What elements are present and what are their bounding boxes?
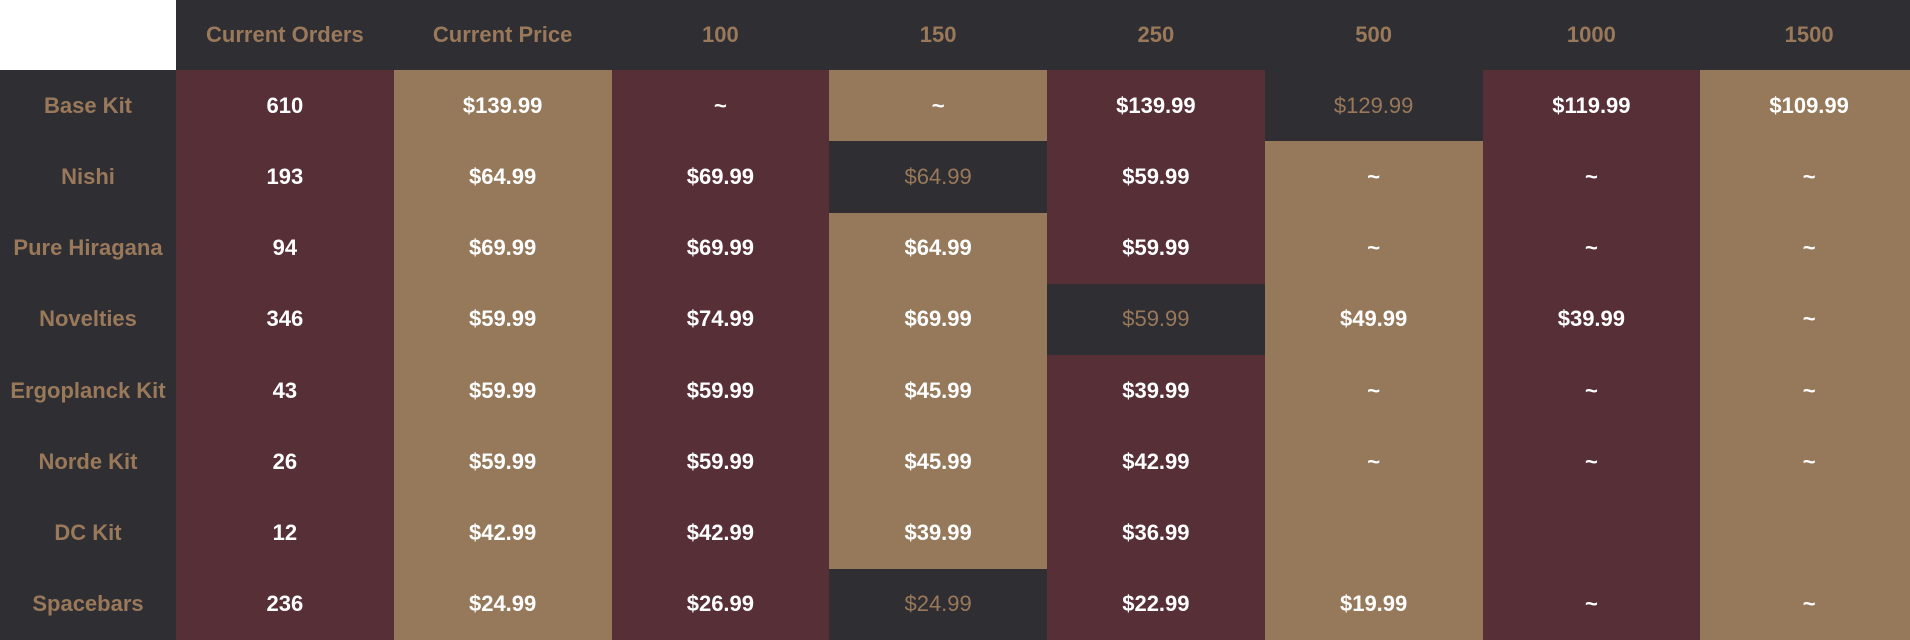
table-cell: $59.99: [1047, 141, 1265, 213]
table-cell: $59.99: [393, 283, 612, 355]
table-cell: $19.99: [1264, 568, 1483, 640]
table-cell: $24.99: [829, 568, 1047, 640]
table-cell: [1700, 497, 1910, 569]
table-cell: $59.99: [1047, 212, 1265, 284]
table-cell: [1482, 497, 1701, 569]
table-cell: ~: [1264, 212, 1483, 284]
table-cell: $64.99: [393, 141, 612, 213]
table-cell: 94: [176, 212, 394, 284]
table-cell: $109.99: [1700, 70, 1910, 142]
row-header: Pure Hiragana: [0, 212, 176, 284]
table-cell: ~: [1482, 426, 1701, 498]
table-cell: $24.99: [393, 568, 612, 640]
column-header-current-price: Current Price: [393, 0, 612, 70]
column-header-current-orders: Current Orders: [176, 0, 394, 70]
table-cell: $39.99: [1047, 355, 1265, 427]
table-cell: ~: [1700, 426, 1910, 498]
row-header: Norde Kit: [0, 426, 176, 498]
table-cell: $39.99: [1482, 283, 1701, 355]
column-header-500: 500: [1264, 0, 1483, 70]
table-cell: $59.99: [393, 426, 612, 498]
table-cell: $45.99: [829, 426, 1047, 498]
table-cell: ~: [1482, 355, 1701, 427]
table-cell: ~: [1264, 141, 1483, 213]
table-cell: ~: [829, 70, 1047, 142]
column-header-1500: 1500: [1700, 0, 1910, 70]
table-cell: $64.99: [829, 212, 1047, 284]
table-cell: ~: [611, 70, 830, 142]
table-cell: $42.99: [1047, 426, 1265, 498]
table-cell: $139.99: [1047, 70, 1265, 142]
column-header-1000: 1000: [1482, 0, 1701, 70]
table-cell: 346: [176, 283, 394, 355]
table-cell: $59.99: [611, 426, 830, 498]
row-header: Base Kit: [0, 70, 176, 142]
table-cell: $59.99: [1047, 283, 1265, 355]
column-header-250: 250: [1047, 0, 1265, 70]
table-cell: $49.99: [1264, 283, 1483, 355]
table-cell: $69.99: [829, 283, 1047, 355]
table-cell: $64.99: [829, 141, 1047, 213]
row-header: Novelties: [0, 283, 176, 355]
row-header: Ergoplanck Kit: [0, 355, 176, 427]
table-cell: ~: [1482, 568, 1701, 640]
table-cell: $59.99: [393, 355, 612, 427]
table-cell: ~: [1700, 568, 1910, 640]
table-cell: ~: [1482, 212, 1701, 284]
table-cell: ~: [1264, 355, 1483, 427]
table-cell: 26: [176, 426, 394, 498]
table-cell: $69.99: [611, 141, 830, 213]
table-cell: ~: [1700, 355, 1910, 427]
table-cell: 610: [176, 70, 394, 142]
column-header-100: 100: [611, 0, 830, 70]
table-cell: $42.99: [393, 497, 612, 569]
table-cell: ~: [1700, 212, 1910, 284]
table-cell: ~: [1264, 426, 1483, 498]
row-header: DC Kit: [0, 497, 176, 569]
table-cell: ~: [1700, 141, 1910, 213]
table-cell: ~: [1482, 141, 1701, 213]
table-cell: $69.99: [393, 212, 612, 284]
table-cell: 12: [176, 497, 394, 569]
table-cell: $42.99: [611, 497, 830, 569]
row-header: Spacebars: [0, 568, 176, 640]
table-cell: $74.99: [611, 283, 830, 355]
table-cell: [1264, 497, 1483, 569]
table-corner: [0, 0, 176, 70]
table-cell: 236: [176, 568, 394, 640]
column-header-150: 150: [829, 0, 1047, 70]
table-cell: $119.99: [1482, 70, 1701, 142]
table-cell: $36.99: [1047, 497, 1265, 569]
table-cell: $59.99: [611, 355, 830, 427]
pricing-table: Current Orders Current Price 100 150 250…: [0, 0, 1910, 640]
table-cell: $129.99: [1264, 70, 1483, 142]
table-cell: 43: [176, 355, 394, 427]
table-cell: $45.99: [829, 355, 1047, 427]
table-cell: $26.99: [611, 568, 830, 640]
table-cell: 193: [176, 141, 394, 213]
table-cell: ~: [1700, 283, 1910, 355]
table-cell: $139.99: [393, 70, 612, 142]
table-cell: $39.99: [829, 497, 1047, 569]
row-header: Nishi: [0, 141, 176, 213]
table-cell: $69.99: [611, 212, 830, 284]
table-cell: $22.99: [1047, 568, 1265, 640]
